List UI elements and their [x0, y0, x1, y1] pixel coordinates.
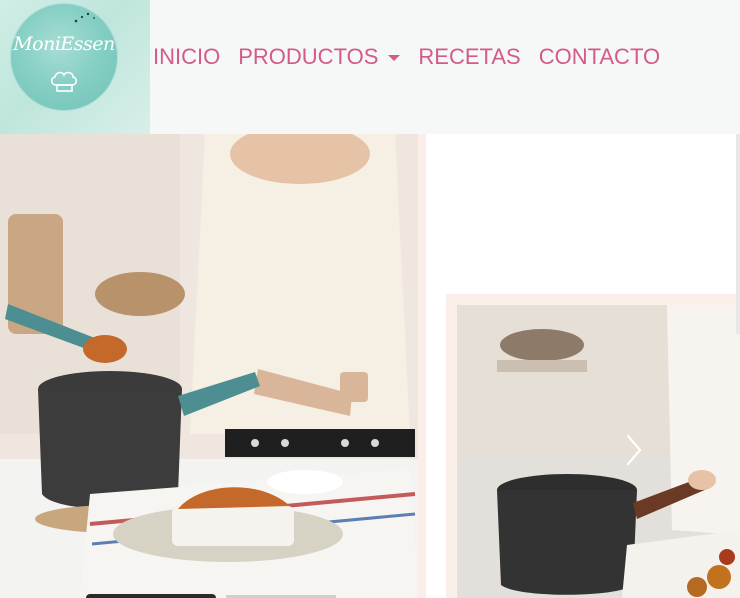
- nav-item-recetas[interactable]: RECETAS: [418, 44, 520, 70]
- sparkle-dots-icon: [74, 12, 95, 23]
- nav-menu: INICIO PRODUCTOS RECETAS CONTACTO: [153, 40, 678, 74]
- cooking-photo-image-2: [457, 305, 740, 598]
- caret-down-icon: [388, 55, 401, 62]
- logo-text: MoniEssen: [13, 33, 115, 55]
- product-carousel: [0, 134, 740, 598]
- nav-item-productos-label: PRODUCTOS: [238, 44, 379, 69]
- navbar: MoniEssen INICIO PRODUCTOS RECETAS CONTA…: [0, 0, 740, 134]
- carousel-next-button[interactable]: [620, 432, 648, 468]
- scrollbar[interactable]: [736, 134, 740, 334]
- slide-frame: [418, 134, 426, 598]
- chef-hat-icon: [50, 71, 78, 92]
- logo: MoniEssen: [10, 3, 118, 111]
- carousel-slide-image: [446, 294, 740, 598]
- nav-item-contacto[interactable]: CONTACTO: [539, 44, 660, 70]
- logo-link[interactable]: MoniEssen: [0, 0, 150, 134]
- pan-photo-image: [457, 305, 740, 598]
- nav-item-productos[interactable]: PRODUCTOS: [238, 44, 401, 70]
- nav-item-inicio[interactable]: INICIO: [153, 44, 220, 70]
- chevron-right-icon: [626, 434, 642, 466]
- carousel-slide-image: [0, 134, 426, 598]
- bottom-element-edge: [86, 594, 216, 598]
- cooking-photo-image: [0, 134, 418, 598]
